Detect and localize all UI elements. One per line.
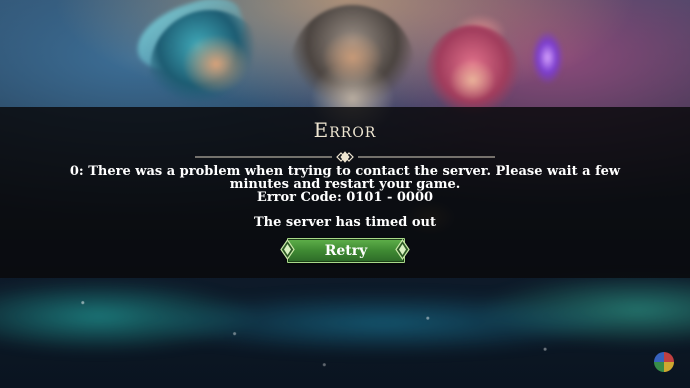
diamond-gem-icon — [395, 238, 410, 261]
error-dialog: Error 0: There was a problem when trying… — [0, 107, 690, 278]
dialog-title: Error — [313, 118, 377, 142]
error-status: The server has timed out — [254, 215, 436, 230]
diamond-divider-icon — [195, 151, 495, 163]
error-code: Error Code: 0101 - 0000 — [256, 190, 434, 205]
error-message: 0: There was a problem when trying to co… — [69, 164, 621, 192]
diamond-gem-icon — [280, 238, 295, 261]
app-badge-icon — [654, 352, 674, 372]
retry-button-label: Retry — [324, 242, 368, 259]
retry-button[interactable]: Retry — [287, 238, 405, 263]
